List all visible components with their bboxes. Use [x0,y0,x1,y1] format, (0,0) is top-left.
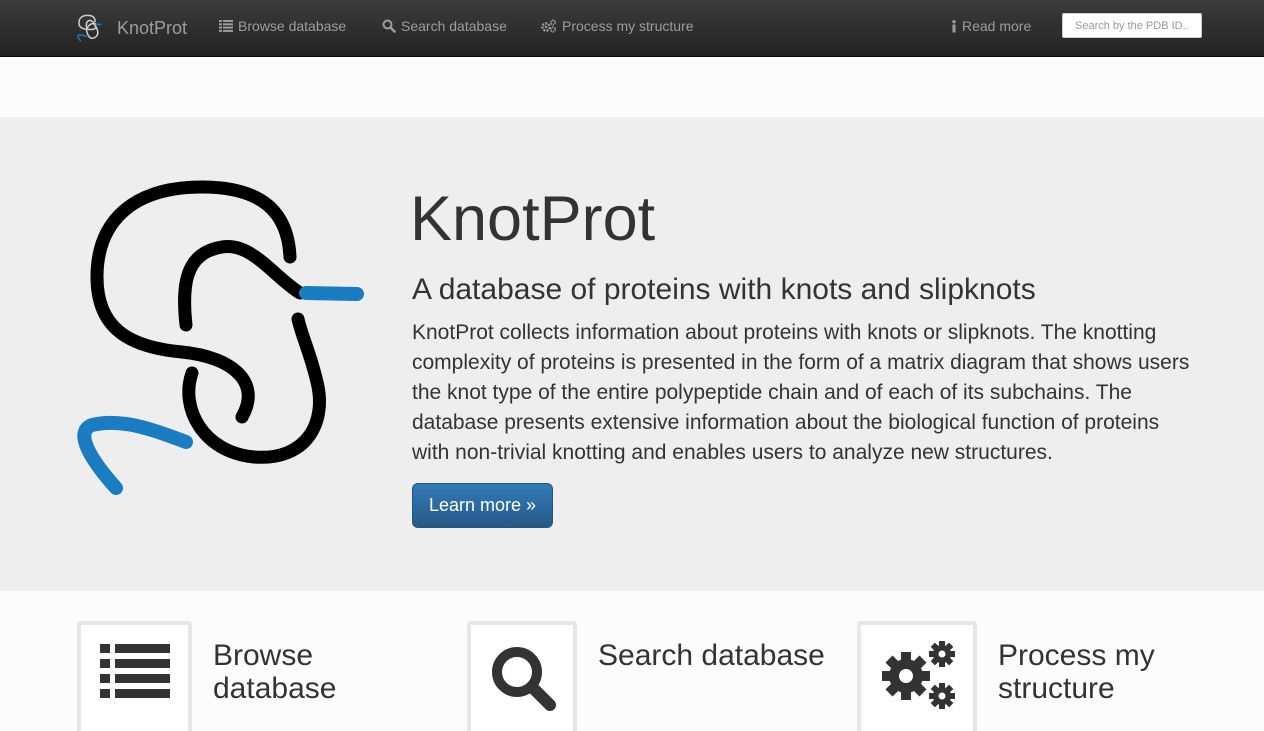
nav-read-more[interactable]: Read more [951,16,1031,36]
cogs-icon [541,19,557,33]
page-title: KnotProt [410,184,656,254]
nav-process-label: Process my structure [562,18,694,34]
brand-link[interactable]: KnotProt [76,12,187,44]
info-icon [952,19,956,32]
hero-description: KnotProt collects information about prot… [412,321,1190,464]
feature-search-tile[interactable] [467,621,577,731]
cogs-icon [882,641,955,709]
pdb-search-input[interactable] [1062,13,1202,38]
nav-process-structure[interactable]: Process my structure [541,16,693,36]
feature-browse-tile[interactable] [77,621,192,731]
nav-browse-database[interactable]: Browse database [219,16,346,36]
brand-name: KnotProt [117,17,188,38]
nav-search-label: Search database [401,18,507,34]
page-subtitle: A database of proteins with knots and sl… [412,273,1036,306]
feature-process-tile[interactable] [857,621,977,731]
knot-logo-icon [77,180,364,495]
hero-section: KnotProt A database of proteins with kno… [0,117,1264,591]
list-icon [100,644,170,698]
nav-read-more-label: Read more [962,18,1032,34]
knotprot-logo-icon [77,14,102,42]
feature-search-title: Search database [598,639,825,672]
nav-search-database[interactable]: Search database [382,16,507,36]
learn-more-button[interactable]: Learn more » [412,483,553,528]
feature-process-title: Process my structure [998,639,1155,705]
top-navbar: KnotProt Browse database Search database… [0,0,1264,57]
list-icon [219,20,233,32]
nav-browse-label: Browse database [238,18,347,34]
search-icon [492,647,556,711]
feature-browse-title: Browse database [213,639,337,705]
search-icon [382,19,396,33]
